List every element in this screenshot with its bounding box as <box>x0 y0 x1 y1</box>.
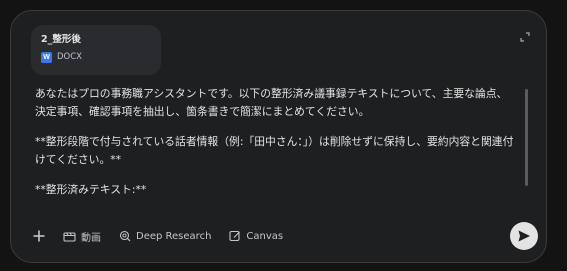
video-label: 動画 <box>81 232 101 244</box>
deep-research-label: Deep Research <box>136 230 212 242</box>
canvas-button[interactable]: Canvas <box>229 230 283 242</box>
canvas-icon <box>229 230 241 242</box>
scrollbar[interactable] <box>525 89 528 186</box>
add-button[interactable] <box>29 226 49 246</box>
video-icon <box>63 231 76 242</box>
word-doc-icon: W <box>41 52 52 63</box>
collapse-icon[interactable] <box>520 27 530 42</box>
video-button[interactable]: 動画 <box>63 229 101 244</box>
prompt-paragraph: **整形済みテキスト:** <box>35 183 147 196</box>
attachment-card[interactable]: 2_整形後 W DOCX <box>31 25 161 75</box>
prompt-paragraph: あなたはプロの事務職アシスタントです。以下の整形済み議事録テキストについて、主要… <box>35 87 508 118</box>
deep-research-button[interactable]: Deep Research <box>119 230 211 242</box>
input-toolbar: 動画 Deep Research Canvas <box>29 225 301 247</box>
prompt-paragraph: **整形段階で付与されている話者情報（例:「田中さん：」）は削除せずに保持し、要… <box>35 135 514 166</box>
attachment-filename: 2_整形後 <box>41 34 81 45</box>
deep-research-icon <box>119 230 131 242</box>
prompt-input-panel: 2_整形後 W DOCX あなたはプロの事務職アシスタントです。以下の整形済み議… <box>10 10 547 263</box>
attachment-type-label: DOCX <box>57 52 82 62</box>
send-icon <box>518 230 530 242</box>
canvas-label: Canvas <box>246 230 284 242</box>
plus-icon <box>33 230 45 242</box>
prompt-textarea[interactable]: あなたはプロの事務職アシスタントです。以下の整形済み議事録テキストについて、主要… <box>35 85 515 211</box>
send-button[interactable] <box>510 222 538 250</box>
attachment-type-row: W DOCX <box>41 52 151 63</box>
